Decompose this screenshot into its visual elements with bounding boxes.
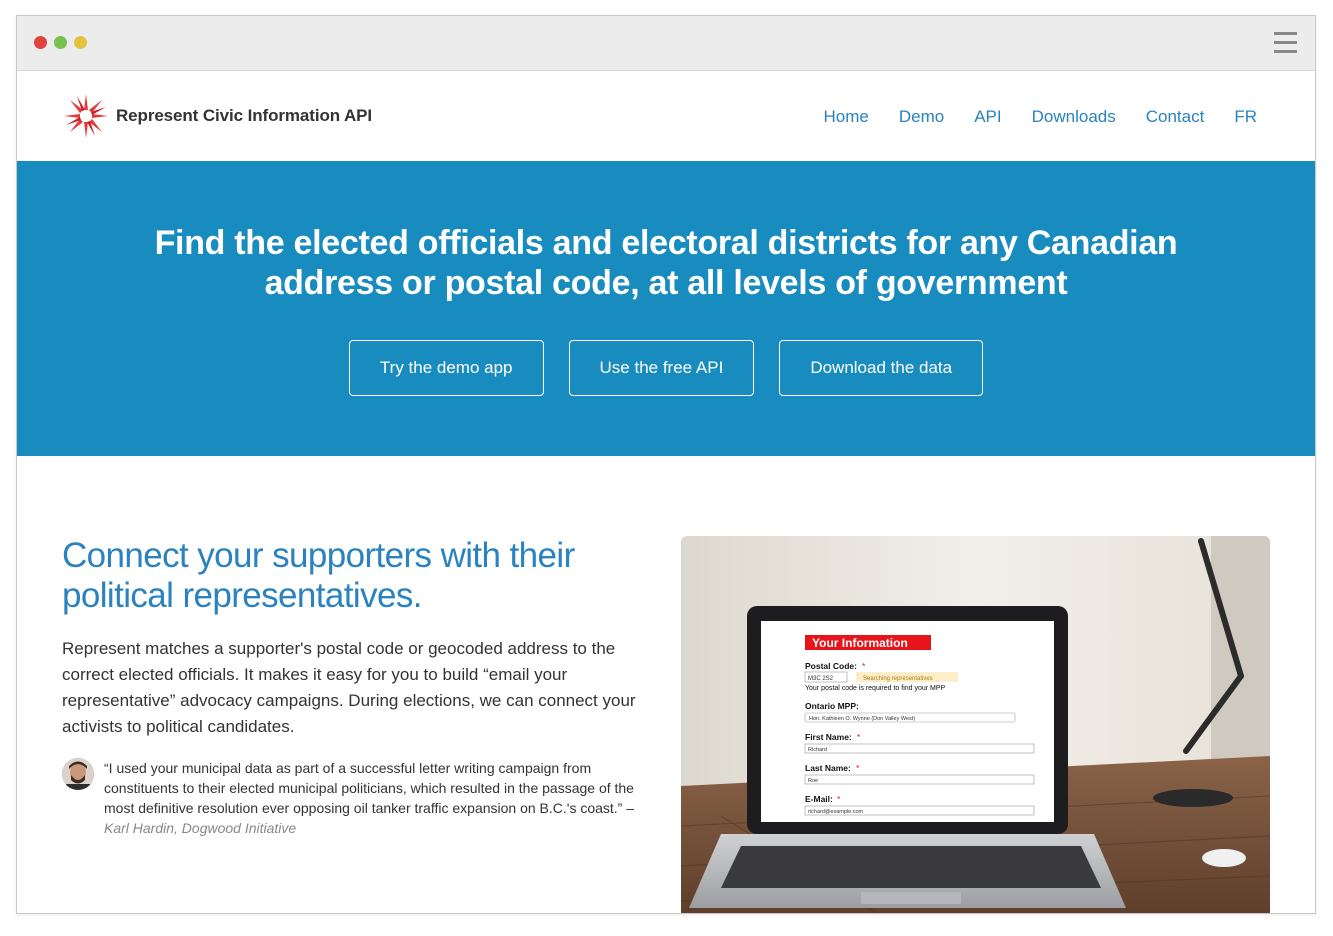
testimonial-text: “I used your municipal data as part of a…: [104, 758, 652, 838]
mpp-label: Ontario MPP:: [805, 701, 859, 711]
hero-title-line-1: Find the elected officials and electoral…: [154, 224, 1178, 262]
main-nav: Home Demo API Downloads Contact FR: [794, 107, 1258, 127]
testimonial-quote: “I used your municipal data as part of a…: [104, 760, 635, 816]
hero-title: Find the elected officials and electoral…: [17, 223, 1315, 303]
mpp-value: Hon. Kathleen O. Wynne (Don Valley West): [809, 716, 915, 722]
laptop-photo: Your Information Postal Code: * M3C 2S2 …: [681, 536, 1270, 913]
section-body: Represent matches a supporter's postal c…: [62, 639, 636, 736]
brand[interactable]: Represent Civic Information API: [62, 92, 372, 140]
nav-contact[interactable]: Contact: [1146, 107, 1205, 127]
searching-status: Searching representatives: [863, 676, 933, 682]
hero-banner: Find the elected officials and electoral…: [17, 161, 1315, 456]
postal-code-value: M3C 2S2: [808, 676, 834, 682]
nav-api[interactable]: API: [974, 107, 1001, 127]
last-name-label: Last Name:: [805, 763, 851, 773]
menu-icon[interactable]: [1274, 32, 1297, 53]
hero-title-line-2: address or postal code, at all levels of…: [264, 264, 1068, 302]
try-demo-button[interactable]: Try the demo app: [348, 340, 544, 396]
browser-window: Represent Civic Information API Home Dem…: [16, 15, 1316, 914]
email-label: E-Mail:: [805, 794, 833, 804]
download-data-button[interactable]: Download the data: [779, 340, 984, 396]
hero-buttons: Try the demo app Use the free API Downlo…: [17, 340, 1315, 396]
first-name-label: First Name:: [805, 732, 852, 742]
form-title: Your Information: [812, 636, 908, 650]
nav-language-fr[interactable]: FR: [1234, 107, 1257, 127]
testimonial: “I used your municipal data as part of a…: [62, 758, 652, 838]
last-name-value: Roe: [808, 778, 818, 784]
minimize-window-button[interactable]: [74, 36, 87, 49]
represent-logo-icon: [64, 94, 108, 138]
testimonial-author: Karl Hardin, Dogwood Initiative: [104, 820, 297, 836]
brand-name: Represent Civic Information API: [116, 106, 373, 125]
avatar: [62, 758, 94, 790]
postal-code-label: Postal Code:: [805, 661, 857, 671]
nav-downloads[interactable]: Downloads: [1032, 107, 1116, 127]
use-api-button[interactable]: Use the free API: [568, 340, 755, 396]
intro-section: Connect your supporters with their polit…: [17, 456, 1315, 913]
browser-chrome: [17, 16, 1315, 71]
first-name-value: Richard: [808, 747, 827, 753]
email-value: richard@example.com: [808, 809, 864, 815]
section-heading: Connect your supporters with their polit…: [62, 536, 575, 615]
nav-demo[interactable]: Demo: [899, 107, 944, 127]
close-window-button[interactable]: [34, 36, 47, 49]
nav-home[interactable]: Home: [824, 107, 869, 127]
postal-help: Your postal code is required to find you…: [805, 685, 946, 692]
maximize-window-button[interactable]: [54, 36, 67, 49]
site-navbar: Represent Civic Information API Home Dem…: [17, 71, 1315, 161]
